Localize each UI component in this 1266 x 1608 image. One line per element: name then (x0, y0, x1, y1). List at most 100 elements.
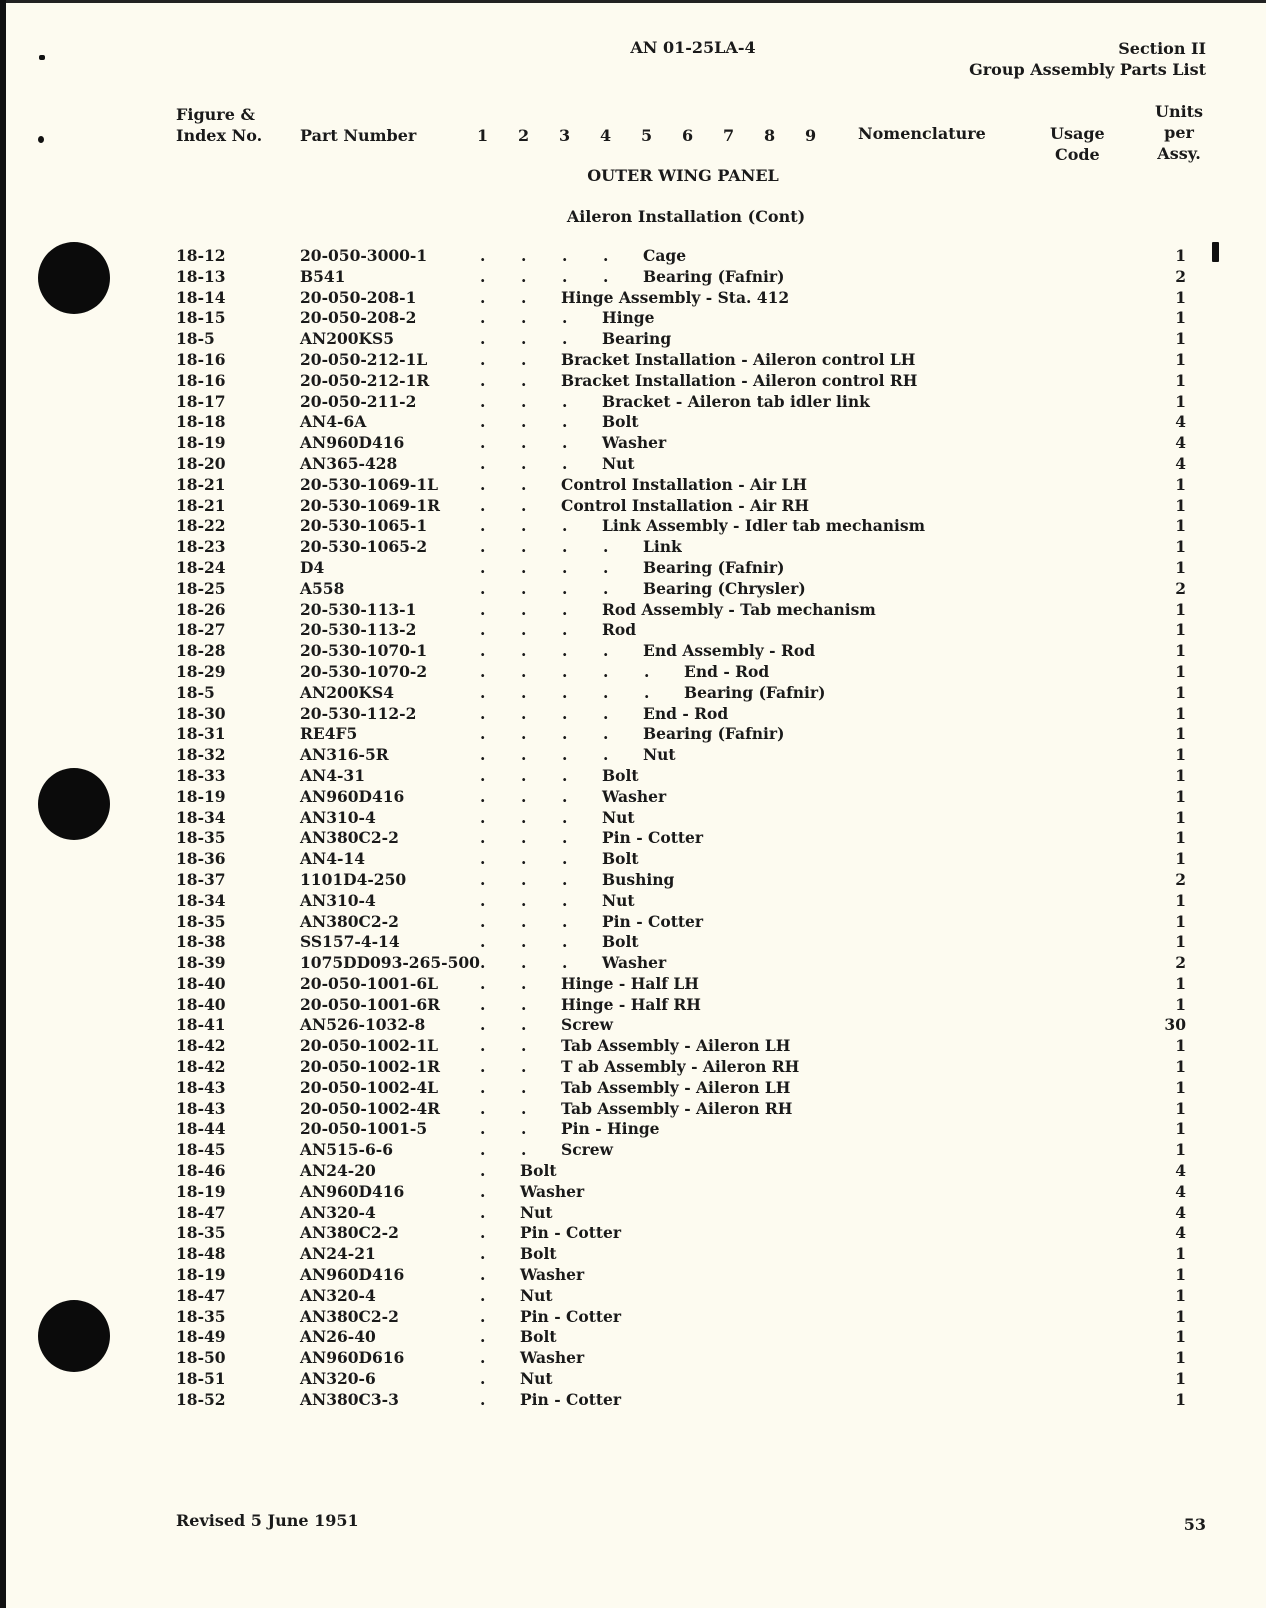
part-number: 20-530-113-1 (300, 599, 417, 619)
figure-index: 18-5 (176, 682, 215, 702)
nomenclature: Link Assembly - Idler tab mechanism (602, 516, 926, 536)
indent-dot: . (480, 578, 486, 598)
nomenclature: Bolt (520, 1244, 557, 1264)
nomenclature: Pin - Cotter (520, 1306, 622, 1326)
section-label: Section II Group Assembly Parts List (969, 38, 1206, 80)
nomenclature: Bracket - Aileron tab idler link (602, 391, 870, 411)
parts-row: 18-17 20-050-211-2... Bracket - Aileron ta… (0, 392, 1266, 413)
indent-dot: . (562, 828, 568, 848)
indent-dot: . (521, 932, 527, 952)
column-header-indent-9: 9 (805, 126, 817, 145)
figure-index: 18-47 (176, 1285, 226, 1305)
units-per-assy: 1 (1175, 1244, 1186, 1264)
indent-dot: . (480, 1369, 486, 1389)
part-number: 20-050-212-1L (300, 349, 428, 369)
indent-dot: . (603, 557, 609, 577)
parts-row: 18-42 20-050-1002-1R.. T ab Assembly - Ail… (0, 1057, 1266, 1078)
column-header-part-number: Part Number (300, 126, 417, 145)
figure-index: 18-32 (176, 745, 226, 765)
units-per-assy: 1 (1175, 474, 1186, 494)
part-number: 20-530-1069-1R (300, 495, 441, 515)
nomenclature: End Assembly - Rod (643, 641, 816, 661)
nomenclature: Pin - Cotter (520, 1389, 622, 1409)
indent-dot: . (603, 724, 609, 744)
part-number: 1075DD093-265-500. (300, 953, 486, 973)
figure-index: 18-47 (176, 1202, 226, 1222)
parts-row: 18-34 AN310-4... Nut 1 (0, 891, 1266, 912)
units-per-assy: 1 (1175, 745, 1186, 765)
nomenclature: Washer (602, 953, 667, 973)
figure-index: 18-20 (176, 453, 226, 473)
part-number: AN24-20 (300, 1161, 376, 1181)
indent-dot: . (603, 266, 609, 286)
indent-dot: . (521, 287, 527, 307)
indent-dot: . (480, 682, 486, 702)
parts-row: 18-14 20-050-208-1.. Hinge Assembly - Sta.… (0, 288, 1266, 309)
indent-dot: . (521, 308, 527, 328)
part-number: 20-050-1001-6R (300, 994, 441, 1014)
parts-row: 18-16 20-050-212-1L.. Bracket Installation… (0, 350, 1266, 371)
section-title: Group Assembly Parts List (969, 60, 1206, 79)
parts-row: 18-35 AN380C2-2... Pin - Cotter 1 (0, 912, 1266, 933)
part-number: B541 (300, 266, 346, 286)
indent-dot: . (480, 745, 486, 765)
units-per-assy: 4 (1175, 1161, 1186, 1181)
indent-dot: . (521, 765, 527, 785)
parts-row: 18-18 AN4-6A... Bolt 4 (0, 412, 1266, 433)
part-number: AN380C2-2 (300, 911, 399, 931)
figure-index: 18-21 (176, 474, 226, 494)
column-header-units-per-assy: Units per Assy. (1155, 102, 1204, 163)
figure-index: 18-45 (176, 1140, 226, 1160)
indent-dot: . (562, 849, 568, 869)
part-number: 20-050-1002-4R (300, 1098, 441, 1118)
indent-dot: . (480, 329, 486, 349)
indent-dot: . (480, 1057, 486, 1077)
units-per-assy: 1 (1175, 682, 1186, 702)
parts-row: 18-20 AN365-428... Nut 4 (0, 454, 1266, 475)
parts-row: 18-38 SS157-4-14... Bolt 1 (0, 932, 1266, 953)
indent-dot: . (480, 1181, 486, 1201)
nomenclature: Washer (602, 433, 667, 453)
part-number: 20-050-1002-4L (300, 1077, 439, 1097)
indent-dot: . (521, 578, 527, 598)
nomenclature: Screw (561, 1015, 614, 1035)
figure-index: 18-36 (176, 849, 226, 869)
part-number: AN960D416 (300, 1181, 405, 1201)
part-number: AN320-6 (300, 1369, 376, 1389)
indent-dot: . (603, 641, 609, 661)
nomenclature: Hinge (602, 308, 655, 328)
units-per-assy: 4 (1175, 1223, 1186, 1243)
units-per-assy: 1 (1175, 246, 1186, 265)
units-per-assy: 4 (1175, 453, 1186, 473)
indent-dot: . (521, 474, 527, 494)
parts-row: 18-40 20-050-1001-6L.. Hinge - Half LH 1 (0, 974, 1266, 995)
parts-row: 18-19 AN960D416... Washer 1 (0, 787, 1266, 808)
indent-dot: . (521, 890, 527, 910)
indent-dot: . (521, 1098, 527, 1118)
units-per-assy: 2 (1175, 869, 1186, 889)
parts-row: 18-12 20-050-3000-1.... Cage 1 (0, 246, 1266, 267)
figure-index: 18-40 (176, 973, 226, 993)
nomenclature: Washer (602, 786, 667, 806)
indent-dot: . (480, 786, 486, 806)
part-number: D4 (300, 557, 325, 577)
indent-dot: . (603, 537, 609, 557)
nomenclature: Pin - Cotter (520, 1223, 622, 1243)
figure-index: 18-19 (176, 1181, 226, 1201)
figure-index: 18-16 (176, 370, 226, 390)
part-number: AN526-1032-8 (300, 1015, 426, 1035)
indent-dot: . (521, 370, 527, 390)
indent-dot: . (603, 745, 609, 765)
parts-list: 18-12 20-050-3000-1.... Cage 1 18-13 B541....… (0, 246, 1266, 1411)
units-per-assy: 1 (1175, 724, 1186, 744)
nomenclature: Link (643, 537, 682, 557)
units-per-assy: 1 (1175, 349, 1186, 369)
indent-dot: . (480, 620, 486, 640)
indent-dot: . (480, 1389, 486, 1409)
nomenclature: Washer (520, 1265, 585, 1285)
units-per-assy: 1 (1175, 828, 1186, 848)
units-per-assy: 1 (1175, 932, 1186, 952)
indent-dot: . (521, 973, 527, 993)
indent-dot: . (480, 287, 486, 307)
figure-index: 18-15 (176, 308, 226, 328)
